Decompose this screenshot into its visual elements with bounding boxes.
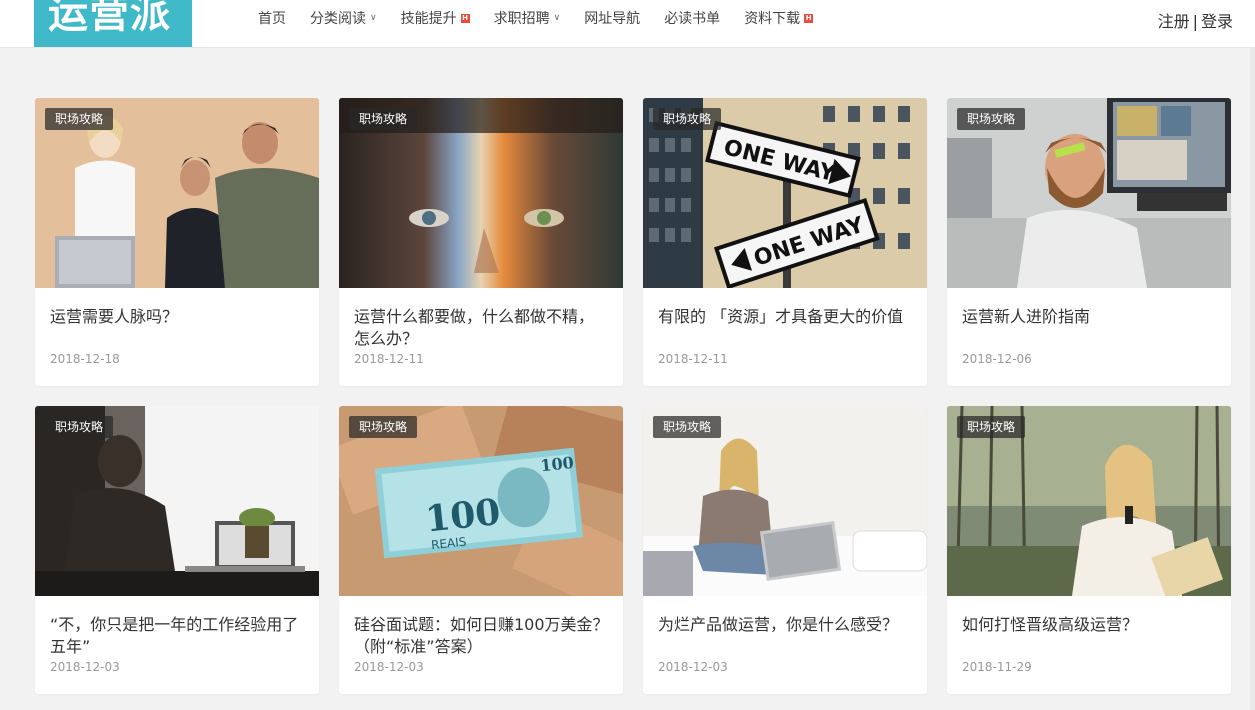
logo-text: 运营派 <box>48 0 171 37</box>
nav-label: 必读书单 <box>664 11 721 27</box>
auth-separator: | <box>1192 12 1198 31</box>
hot-badge: H <box>460 13 470 23</box>
article-title[interactable]: 如何打怪晋级高级运营？ <box>962 614 1217 636</box>
category-tag[interactable]: 职场攻略 <box>45 108 114 130</box>
article-title[interactable]: 运营什么都要做，什么都做不精，怎么办？ <box>354 306 609 350</box>
article-thumbnail[interactable]: 100 REAIS 100 职场攻略 <box>339 406 623 596</box>
article-title[interactable]: 有限的 「资源」才具备更大的价值 <box>658 306 913 328</box>
article-card[interactable]: 职场攻略 如何打怪晋级高级运营？ 2018-11-29 <box>947 406 1231 694</box>
auth-links: 注册 | 登录 <box>1158 8 1233 32</box>
article-card[interactable]: 100 REAIS 100 职场攻略 硅谷面试题：如何日赚100万美金？（附“标… <box>339 406 623 694</box>
top-navbar: 运营派 首页 分类阅读 ∨ 技能提升 H 求职招聘 ∨ 网址导航 必读书单 资料下载 H… <box>0 0 1255 48</box>
nav-item-categories[interactable]: 分类阅读 ∨ <box>310 8 377 28</box>
article-thumbnail[interactable]: 职场攻略 <box>947 406 1231 596</box>
article-date: 2018-12-06 <box>962 352 1032 366</box>
main-nav: 首页 分类阅读 ∨ 技能提升 H 求职招聘 ∨ 网址导航 必读书单 资料下载 H <box>258 0 837 36</box>
article-thumbnail[interactable]: 职场攻略 <box>35 98 319 288</box>
article-thumbnail[interactable]: ONE WAY ONE WAY 职场攻略 <box>643 98 927 288</box>
article-thumbnail[interactable]: 职场攻略 <box>947 98 1231 288</box>
category-tag[interactable]: 职场攻略 <box>653 416 722 438</box>
nav-label: 技能提升 <box>400 11 457 27</box>
nav-label: 网址导航 <box>584 11 641 27</box>
nav-item-skills[interactable]: 技能提升 H <box>401 8 470 28</box>
hot-badge: H <box>804 13 814 23</box>
article-date: 2018-12-03 <box>50 660 120 674</box>
category-tag[interactable]: 职场攻略 <box>349 416 418 438</box>
article-title[interactable]: 硅谷面试题：如何日赚100万美金？（附“标准”答案） <box>354 614 609 658</box>
article-date: 2018-11-29 <box>962 660 1032 674</box>
article-card[interactable]: 职场攻略 运营什么都要做，什么都做不精，怎么办？ 2018-12-11 <box>339 98 623 386</box>
nav-label: 首页 <box>258 11 286 27</box>
article-card[interactable]: ONE WAY ONE WAY 职场攻略 有限的 「资源」才具备更大的价值 20… <box>643 98 927 386</box>
page-scrollbar[interactable] <box>1250 47 1255 710</box>
article-thumbnail[interactable]: 职场攻略 <box>35 406 319 596</box>
category-tag[interactable]: 职场攻略 <box>957 416 1026 438</box>
nav-label: 资料下载 <box>744 11 801 27</box>
category-tag[interactable]: 职场攻略 <box>45 416 114 438</box>
article-card[interactable]: 职场攻略 运营新人进阶指南 2018-12-06 <box>947 98 1231 386</box>
nav-item-booklist[interactable]: 必读书单 <box>664 8 720 28</box>
article-date: 2018-12-11 <box>658 352 728 366</box>
article-date: 2018-12-03 <box>354 660 424 674</box>
category-tag[interactable]: 职场攻略 <box>349 108 418 130</box>
nav-item-jobs[interactable]: 求职招聘 ∨ <box>494 8 561 28</box>
article-title[interactable]: 运营新人进阶指南 <box>962 306 1217 328</box>
article-date: 2018-12-11 <box>354 352 424 366</box>
article-card[interactable]: 职场攻略 为烂产品做运营，你是什么感受？ 2018-12-03 <box>643 406 927 694</box>
article-card[interactable]: 职场攻略 “不，你只是把一年的工作经验用了五年” 2018-12-03 <box>35 406 319 694</box>
site-logo[interactable]: 运营派 <box>34 0 192 47</box>
svg-text:100: 100 <box>423 491 502 541</box>
chevron-down-icon: ∨ <box>553 13 561 23</box>
article-title[interactable]: “不，你只是把一年的工作经验用了五年” <box>50 614 305 658</box>
nav-label: 求职招聘 <box>493 11 550 27</box>
article-thumbnail[interactable]: 职场攻略 <box>643 406 927 596</box>
login-link[interactable]: 登录 <box>1201 12 1233 31</box>
chevron-down-icon: ∨ <box>370 13 377 23</box>
article-thumbnail[interactable]: 职场攻略 <box>339 98 623 288</box>
nav-item-home[interactable]: 首页 <box>258 8 286 28</box>
nav-label: 分类阅读 <box>310 11 366 27</box>
article-date: 2018-12-18 <box>50 352 120 366</box>
article-title[interactable]: 为烂产品做运营，你是什么感受？ <box>658 614 913 636</box>
article-date: 2018-12-03 <box>658 660 728 674</box>
category-tag[interactable]: 职场攻略 <box>957 108 1026 130</box>
svg-text:100: 100 <box>539 453 574 475</box>
article-card[interactable]: 职场攻略 运营需要人脉吗？ 2018-12-18 <box>35 98 319 386</box>
category-tag[interactable]: 职场攻略 <box>653 108 722 130</box>
nav-item-directory[interactable]: 网址导航 <box>584 8 640 28</box>
register-link[interactable]: 注册 <box>1158 12 1190 31</box>
article-title[interactable]: 运营需要人脉吗？ <box>50 306 305 328</box>
nav-item-downloads[interactable]: 资料下载 H <box>744 8 814 28</box>
